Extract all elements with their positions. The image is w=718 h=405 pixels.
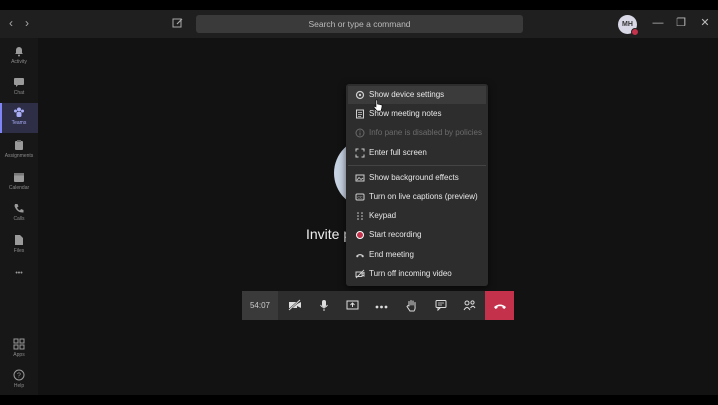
- files-icon: [13, 234, 25, 246]
- end-meeting-icon: [355, 250, 365, 260]
- rail-item-calls[interactable]: Calls: [0, 199, 38, 229]
- call-controls: 54:07: [242, 291, 514, 320]
- microphone-button[interactable]: [309, 291, 338, 320]
- hand-icon: [406, 300, 416, 312]
- status-badge: [631, 28, 639, 36]
- rail-item-apps[interactable]: Apps: [0, 335, 38, 365]
- menu-item-label: Start recording: [369, 230, 422, 239]
- rail-item-help[interactable]: ? Help: [0, 366, 38, 396]
- help-icon: ?: [13, 369, 25, 381]
- search-input[interactable]: Search or type a command: [196, 15, 523, 33]
- menu-item-label: Turn on live captions (preview): [369, 192, 478, 201]
- menu-item-label: End meeting: [369, 250, 414, 259]
- teams-icon: [13, 106, 25, 118]
- bell-icon: [13, 45, 25, 57]
- minimize-icon[interactable]: —: [651, 16, 665, 30]
- menu-item-meeting-notes[interactable]: Show meeting notes: [348, 105, 486, 123]
- menu-item-label: Show background effects: [369, 173, 459, 182]
- maximize-icon[interactable]: ❐: [674, 16, 688, 30]
- more-icon: [375, 305, 388, 309]
- menu-item-info-pane: Info pane is disabled by policies: [348, 124, 486, 142]
- more-icon: •••: [15, 270, 23, 277]
- video-off-icon: [355, 269, 365, 279]
- info-icon: [355, 128, 365, 138]
- menu-item-background-effects[interactable]: Show background effects: [348, 169, 486, 187]
- rail-item-assignments[interactable]: Assignments: [0, 136, 38, 166]
- rail-item-teams[interactable]: Teams: [0, 103, 38, 133]
- fullscreen-icon: [355, 148, 365, 158]
- more-actions-menu: Show device settings Show meeting notes …: [346, 84, 488, 286]
- apps-icon: [13, 338, 25, 350]
- rail-label: Calls: [13, 216, 25, 222]
- gear-icon: [355, 90, 365, 100]
- chat-icon: [435, 300, 446, 312]
- rail-label: Activity: [11, 59, 27, 65]
- rail-label: Chat: [13, 90, 25, 96]
- more-apps-button[interactable]: •••: [0, 265, 38, 295]
- camera-off-icon: [287, 299, 301, 311]
- invite-text: Invite p: [306, 226, 352, 242]
- menu-item-keypad[interactable]: Keypad: [348, 207, 486, 225]
- rail-label: Apps: [13, 352, 25, 358]
- rail-item-files[interactable]: Files: [0, 231, 38, 261]
- mouse-cursor-icon: [373, 99, 383, 112]
- rail-item-activity[interactable]: Activity: [0, 42, 38, 72]
- app-bar: Activity Chat Teams Assignments Calendar…: [0, 38, 38, 395]
- svg-text:CC: CC: [357, 196, 363, 200]
- menu-item-device-settings[interactable]: Show device settings: [348, 86, 486, 104]
- more-actions-button[interactable]: [367, 291, 396, 320]
- rail-label: Calendar: [8, 185, 30, 191]
- background-effects-icon: [355, 173, 365, 183]
- record-icon: [355, 230, 365, 240]
- microphone-icon: [319, 300, 328, 311]
- hang-up-button[interactable]: [485, 291, 514, 320]
- menu-item-label: Enter full screen: [369, 148, 427, 157]
- menu-item-label: Turn off incoming video: [369, 269, 452, 278]
- rail-item-calendar[interactable]: Calendar: [0, 168, 38, 198]
- rail-label: Assignments: [4, 153, 34, 159]
- share-screen-icon: [346, 300, 359, 310]
- menu-item-end-meeting[interactable]: End meeting: [348, 246, 486, 264]
- compose-icon[interactable]: [172, 16, 188, 32]
- menu-item-label: Info pane is disabled by policies: [369, 128, 482, 137]
- camera-toggle-button[interactable]: [280, 291, 309, 320]
- chat-button[interactable]: [426, 291, 455, 320]
- call-timer: 54:07: [242, 291, 278, 320]
- rail-label: Teams: [11, 120, 27, 126]
- menu-divider: [348, 165, 486, 166]
- menu-item-live-captions[interactable]: CC Turn on live captions (preview): [348, 188, 486, 206]
- notes-icon: [355, 109, 365, 119]
- assignments-icon: [13, 139, 25, 151]
- rail-label: Files: [13, 248, 25, 254]
- close-icon[interactable]: ✕: [698, 16, 712, 30]
- rail-label: Help: [13, 383, 25, 389]
- participants-icon: [463, 300, 476, 311]
- captions-icon: CC: [355, 192, 365, 202]
- back-arrow-icon[interactable]: ‹: [4, 16, 18, 30]
- raise-hand-button[interactable]: [397, 291, 426, 320]
- keypad-icon: [355, 211, 365, 221]
- chat-icon: [13, 76, 25, 88]
- share-screen-button[interactable]: [338, 291, 367, 320]
- menu-item-full-screen[interactable]: Enter full screen: [348, 144, 486, 162]
- calendar-icon: [13, 171, 25, 183]
- menu-item-label: Keypad: [369, 211, 397, 220]
- menu-item-start-recording[interactable]: Start recording: [348, 226, 486, 244]
- title-bar: ‹ › Search or type a command MH — ❐ ✕: [0, 10, 718, 38]
- phone-icon: [13, 202, 25, 214]
- forward-arrow-icon[interactable]: ›: [20, 16, 34, 30]
- rail-item-chat[interactable]: Chat: [0, 73, 38, 103]
- menu-item-incoming-video[interactable]: Turn off incoming video: [348, 265, 486, 283]
- participants-button[interactable]: [455, 291, 484, 320]
- hang-up-icon: [493, 304, 506, 309]
- svg-text:?: ?: [17, 373, 21, 380]
